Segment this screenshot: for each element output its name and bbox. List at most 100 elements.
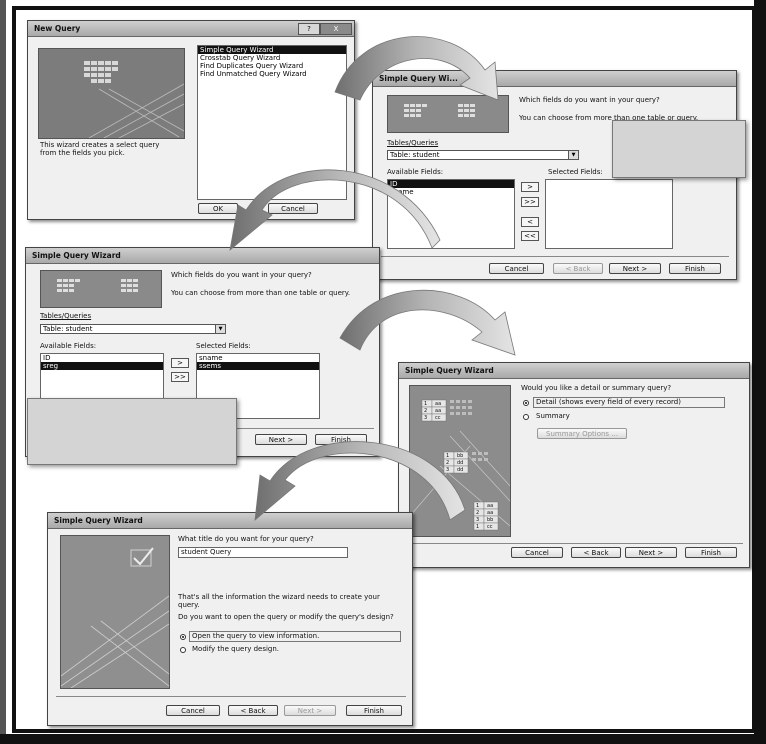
preview-cell: cc <box>487 524 493 530</box>
preview-cell: dd <box>457 467 464 473</box>
table-select[interactable]: Table: student ▼ <box>40 324 226 334</box>
finish-preview-image <box>60 535 170 689</box>
query-title-input[interactable]: student Query <box>178 547 348 558</box>
preview-cell: 3 <box>424 415 428 421</box>
back-button[interactable]: < Back <box>553 263 603 274</box>
modify-design-label[interactable]: Modify the query design. <box>192 645 279 654</box>
list-item[interactable]: Simple Query Wizard <box>198 46 346 54</box>
title-question: What title do you want for your query? <box>178 535 314 543</box>
preview-cell: cc <box>435 415 441 421</box>
list-item[interactable]: ID <box>41 354 163 362</box>
detail-summary-question: Would you like a detail or summary query… <box>521 384 672 392</box>
add-all-fields-button[interactable]: >> <box>521 197 539 207</box>
wizard-type-list[interactable]: Simple Query Wizard Crosstab Query Wizar… <box>197 45 347 200</box>
divider <box>381 256 729 257</box>
dialog-title: Simple Query Wi... <box>379 74 458 83</box>
wizard-titlebar: Simple Query Wizard <box>26 248 379 264</box>
cancel-button[interactable]: Cancel <box>489 263 544 274</box>
chevron-down-icon[interactable]: ▼ <box>568 151 578 159</box>
open-query-label[interactable]: Open the query to view information. <box>192 632 319 641</box>
modify-design-radio[interactable] <box>180 647 186 653</box>
open-question: Do you want to open the query or modify … <box>178 613 394 621</box>
selected-fields-label: Selected Fields: <box>548 168 603 176</box>
help-button[interactable]: ? <box>298 23 320 35</box>
preview-cell: 3 <box>446 467 450 473</box>
banner-graphic-icon <box>57 279 138 292</box>
page-right-edge <box>754 0 766 744</box>
tables-queries-label: Tables/Queries <box>40 312 92 320</box>
preview-graphic-icon <box>84 61 184 138</box>
finish-button[interactable]: Finish <box>346 705 402 716</box>
dialog-title: New Query <box>34 24 81 33</box>
wizard-banner-image <box>40 270 162 308</box>
divider <box>56 696 406 697</box>
add-field-button[interactable]: > <box>171 358 189 368</box>
dialog-title: Simple Query Wizard <box>54 516 143 525</box>
wizard-banner-image <box>387 95 509 133</box>
chevron-down-icon[interactable]: ▼ <box>215 325 225 333</box>
fields-question: Which fields do you want in your query? <box>519 96 660 104</box>
wizard-titlebar: Simple Query Wizard <box>48 513 412 529</box>
tables-queries-label: Tables/Queries <box>387 139 439 147</box>
info-line2: query. <box>178 601 200 609</box>
wizard-preview-image <box>38 48 185 139</box>
table-select-value: Table: student <box>390 151 440 159</box>
list-item[interactable]: sname <box>197 354 319 362</box>
page-bottom-edge <box>0 734 766 744</box>
next-button[interactable]: Next > <box>609 263 661 274</box>
detail-option-label[interactable]: Detail (shows every field of every recor… <box>536 398 681 407</box>
finish-button[interactable]: Finish <box>315 434 367 445</box>
table-select[interactable]: Table: student ▼ <box>387 150 579 160</box>
list-item[interactable]: Crosstab Query Wizard <box>198 54 346 62</box>
query-title-value: student Query <box>181 548 232 556</box>
detail-preview-image: 1 aa 2 aa 3 cc 1 bb 2 dd 3 dd 1 aa 2 aa … <box>409 385 511 537</box>
finish-graphic-icon <box>61 547 169 688</box>
cancel-button[interactable]: Cancel <box>166 705 220 716</box>
list-item[interactable]: ssems <box>197 362 319 370</box>
wizard-finish-dialog: Simple Query Wizard What title do you wa… <box>47 512 413 726</box>
wizard-description-line2: from the fields you pick. <box>40 149 125 157</box>
close-button[interactable]: X <box>320 23 352 35</box>
wizard-titlebar: Simple Query Wizard <box>399 363 749 379</box>
divider <box>407 543 743 544</box>
new-query-dialog: New Query ? X This wizard creates a sele… <box>27 20 355 220</box>
finish-button[interactable]: Finish <box>685 547 737 558</box>
available-fields-label: Available Fields: <box>40 342 97 350</box>
list-item[interactable]: sreg <box>41 362 163 370</box>
summary-option-label[interactable]: Summary <box>536 412 570 421</box>
detail-radio[interactable] <box>523 400 529 406</box>
selected-fields-label: Selected Fields: <box>196 342 251 350</box>
back-button[interactable]: < Back <box>228 705 278 716</box>
available-fields-label: Available Fields: <box>387 168 444 176</box>
list-item[interactable]: Find Unmatched Query Wizard <box>198 70 346 78</box>
summary-options-button[interactable]: Summary Options ... <box>537 428 627 439</box>
table-select-value: Table: student <box>43 325 93 333</box>
dialog-title: Simple Query Wizard <box>32 251 121 260</box>
cancel-button[interactable]: Cancel <box>268 203 318 214</box>
info-line1: That's all the information the wizard ne… <box>178 593 380 601</box>
finish-button[interactable]: Finish <box>669 263 721 274</box>
available-fields-list[interactable]: ID sname <box>387 179 515 249</box>
summary-radio[interactable] <box>523 414 529 420</box>
list-item[interactable]: Find Duplicates Query Wizard <box>198 62 346 70</box>
remove-field-button[interactable]: < <box>521 217 539 227</box>
callout-shape <box>27 398 237 465</box>
dialog-title: Simple Query Wizard <box>405 366 494 375</box>
next-button: Next > <box>284 705 336 716</box>
add-all-fields-button[interactable]: >> <box>171 372 189 382</box>
selected-fields-list[interactable] <box>545 179 673 249</box>
preview-cell: 1 <box>476 524 480 530</box>
list-item[interactable]: ID <box>388 180 514 188</box>
next-button[interactable]: Next > <box>255 434 307 445</box>
page-left-edge <box>0 0 6 744</box>
ok-button[interactable]: OK <box>198 203 238 214</box>
banner-graphic-icon <box>404 104 475 117</box>
remove-all-fields-button[interactable]: << <box>521 231 539 241</box>
open-query-radio[interactable] <box>180 634 186 640</box>
back-button[interactable]: < Back <box>571 547 621 558</box>
callout-shape <box>612 120 746 178</box>
cancel-button[interactable]: Cancel <box>511 547 563 558</box>
list-item[interactable]: sname <box>388 188 514 196</box>
add-field-button[interactable]: > <box>521 182 539 192</box>
next-button[interactable]: Next > <box>625 547 677 558</box>
